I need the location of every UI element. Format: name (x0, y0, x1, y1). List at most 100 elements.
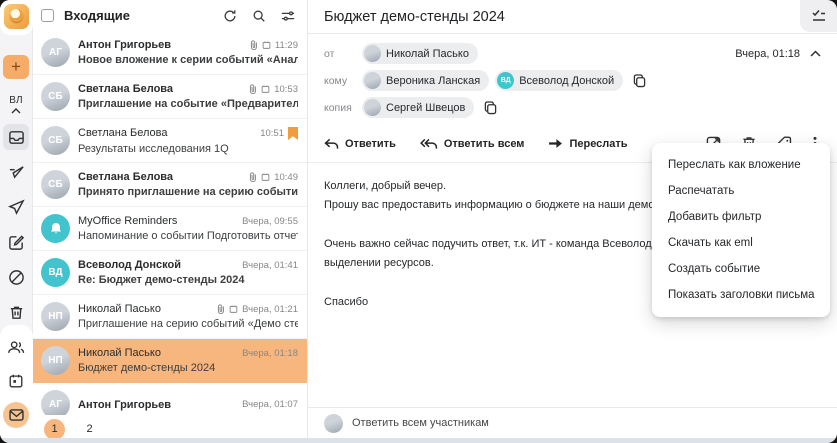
sender-name: Светлана Белова (78, 83, 174, 95)
avatar: АГ (41, 390, 70, 415)
email-list-item-selected[interactable]: НП Николай Пасько Вчера, 01:18 Бюджет де… (33, 339, 307, 383)
sent-folder-icon[interactable] (3, 194, 29, 220)
contact-name: Вероника Ланская (386, 74, 481, 87)
email-subject: Бюджет демо-стенды 2024 (78, 362, 216, 374)
page-button-2[interactable]: 2 (79, 419, 100, 440)
calendar-icon (229, 304, 238, 314)
attachment-icon (248, 84, 257, 94)
filters-icon[interactable] (281, 9, 295, 23)
reply-button[interactable]: Ответить (324, 138, 396, 150)
menu-item-download-eml[interactable]: Скачать как eml (652, 230, 830, 256)
calendar-icon (261, 172, 270, 182)
inbox-folder-icon[interactable] (3, 124, 29, 150)
select-all-checkbox[interactable] (41, 9, 54, 22)
calendar-icon (261, 84, 270, 94)
email-list-item[interactable]: СБ Светлана Белова 10:53 Приглашение на … (33, 75, 307, 119)
calendar-app-icon[interactable] (3, 368, 29, 394)
email-subject: Приглашение на серию событий «Демо стен.… (78, 318, 298, 330)
mail-app-icon-active[interactable] (3, 402, 29, 428)
to-contact-chip[interactable]: Вероника Ланская (362, 70, 490, 91)
email-subject: Приглашение на событие «Предварительно..… (78, 98, 298, 110)
app-logo-container (0, 0, 33, 35)
sender-name: Николай Пасько (78, 303, 161, 315)
sender-name: Николай Пасько (78, 347, 161, 359)
to-label: кому (324, 74, 348, 87)
menu-item-create-event[interactable]: Создать событие (652, 256, 830, 282)
search-icon[interactable] (252, 9, 266, 23)
sender-name: Всеволод Донской (78, 259, 181, 271)
email-subject: Результаты исследования 1Q (78, 142, 229, 155)
email-time: Вчера, 01:41 (242, 259, 298, 271)
forward-label: Переслать (569, 137, 628, 150)
copy-recipients-icon[interactable] (633, 73, 646, 88)
app-logo[interactable] (3, 4, 29, 29)
email-detail-panel: Бюджет демо-стенды 2024 от Николай Паськ… (308, 0, 837, 443)
avatar: НП (41, 302, 70, 331)
initials-avatar: ВД (497, 72, 515, 89)
copy-cc-icon[interactable] (484, 100, 497, 115)
email-list-item[interactable]: АГ Антон Григорьев 11:29 Новое вложение … (33, 31, 307, 75)
sender-name: MyOffice Reminders (78, 215, 178, 227)
menu-item-forward-as-attachment[interactable]: Переслать как вложение (652, 152, 830, 178)
email-list: АГ Антон Григорьев 11:29 Новое вложение … (33, 31, 307, 415)
more-actions-menu: Переслать как вложение Распечатать Добав… (652, 143, 830, 317)
email-list-panel: Входящие АГ Антон Григорьев 11:29 Новое … (33, 0, 308, 443)
recipients-block: от Николай Пасько Вчера, 01:18 кому Веро… (308, 34, 837, 126)
avatar: СБ (41, 126, 70, 155)
email-time: Вчера, 01:07 (242, 399, 298, 410)
reply-label: Ответить (345, 137, 396, 150)
email-time: Вчера, 01:21 (242, 303, 298, 315)
quick-reply-placeholder: Ответить всем участникам (352, 417, 489, 429)
compose-new-button[interactable]: + (3, 55, 29, 79)
email-list-item[interactable]: СБ Светлана Белова 10:51 Результаты иссл… (33, 119, 307, 163)
sender-name: Антон Григорьев (78, 398, 172, 411)
cc-contact-chip[interactable]: Сергей Швецов (362, 97, 475, 118)
email-time: 10:49 (274, 171, 298, 183)
menu-item-add-filter[interactable]: Добавить фильтр (652, 204, 830, 230)
email-list-item[interactable]: MyOffice Reminders Вчера, 09:55 Напомина… (33, 207, 307, 251)
to-contact-chip[interactable]: ВД Всеволод Донской (495, 70, 624, 91)
mail-app-window: + ВЛ Входящие АГ Антон Григорьев 11:29 Н… (0, 0, 837, 443)
page-button-1[interactable]: 1 (44, 418, 65, 440)
list-header: Входящие (33, 0, 307, 31)
email-list-item[interactable]: НП Николай Пасько Вчера, 01:21 Приглашен… (33, 295, 307, 339)
profile-initials[interactable]: ВЛ (9, 95, 23, 106)
avatar: ВД (41, 258, 70, 287)
email-time: Вчера, 01:18 (242, 347, 298, 359)
forward-button[interactable]: Переслать (548, 137, 628, 150)
email-subject: Принято приглашение на серию событий «..… (78, 186, 298, 198)
app-rail: + ВЛ (0, 0, 33, 443)
send-scheduled-icon[interactable] (3, 159, 29, 185)
avatar: СБ (41, 82, 70, 111)
attachment-icon (249, 40, 258, 50)
reply-all-button[interactable]: Ответить всем (419, 138, 524, 150)
email-time: 11:29 (274, 39, 298, 51)
email-time: 10:53 (274, 83, 298, 95)
from-contact-chip[interactable]: Николай Пасько (362, 43, 478, 64)
email-list-item[interactable]: СБ Светлана Белова 10:49 Принято приглаш… (33, 163, 307, 207)
current-user-avatar (324, 413, 343, 433)
cc-label: копия (324, 101, 352, 114)
email-list-item[interactable]: АГ Антон Григорьев Вчера, 01:07 (33, 383, 307, 415)
tasks-checklist-icon[interactable] (800, 0, 837, 32)
drafts-compose-icon[interactable] (3, 229, 29, 255)
chevron-up-icon[interactable] (11, 108, 21, 114)
attachment-icon (216, 304, 225, 314)
trash-folder-icon[interactable] (3, 299, 29, 325)
email-title: Бюджет демо-стенды 2024 (324, 9, 505, 25)
flag-bookmark-icon[interactable] (288, 126, 298, 140)
quick-reply-field[interactable]: Ответить всем участникам (308, 407, 837, 438)
refresh-icon[interactable] (223, 9, 237, 23)
app-switcher (0, 325, 33, 443)
contact-name: Всеволод Донской (519, 74, 615, 87)
menu-item-show-headers[interactable]: Показать заголовки письма (652, 282, 830, 308)
email-time: 10:51 (260, 127, 284, 139)
collapse-details-chevron-icon[interactable] (810, 50, 821, 57)
contacts-icon[interactable] (3, 334, 29, 360)
avatar: СБ (41, 170, 70, 199)
menu-item-print[interactable]: Распечатать (652, 178, 830, 204)
reminder-bell-avatar (41, 214, 70, 243)
email-list-item[interactable]: ВД Всеволод Донской Вчера, 01:41 Re: Бюд… (33, 251, 307, 295)
email-subject: Re: Бюджет демо-стенды 2024 (78, 274, 245, 286)
spam-folder-icon[interactable] (3, 264, 29, 290)
